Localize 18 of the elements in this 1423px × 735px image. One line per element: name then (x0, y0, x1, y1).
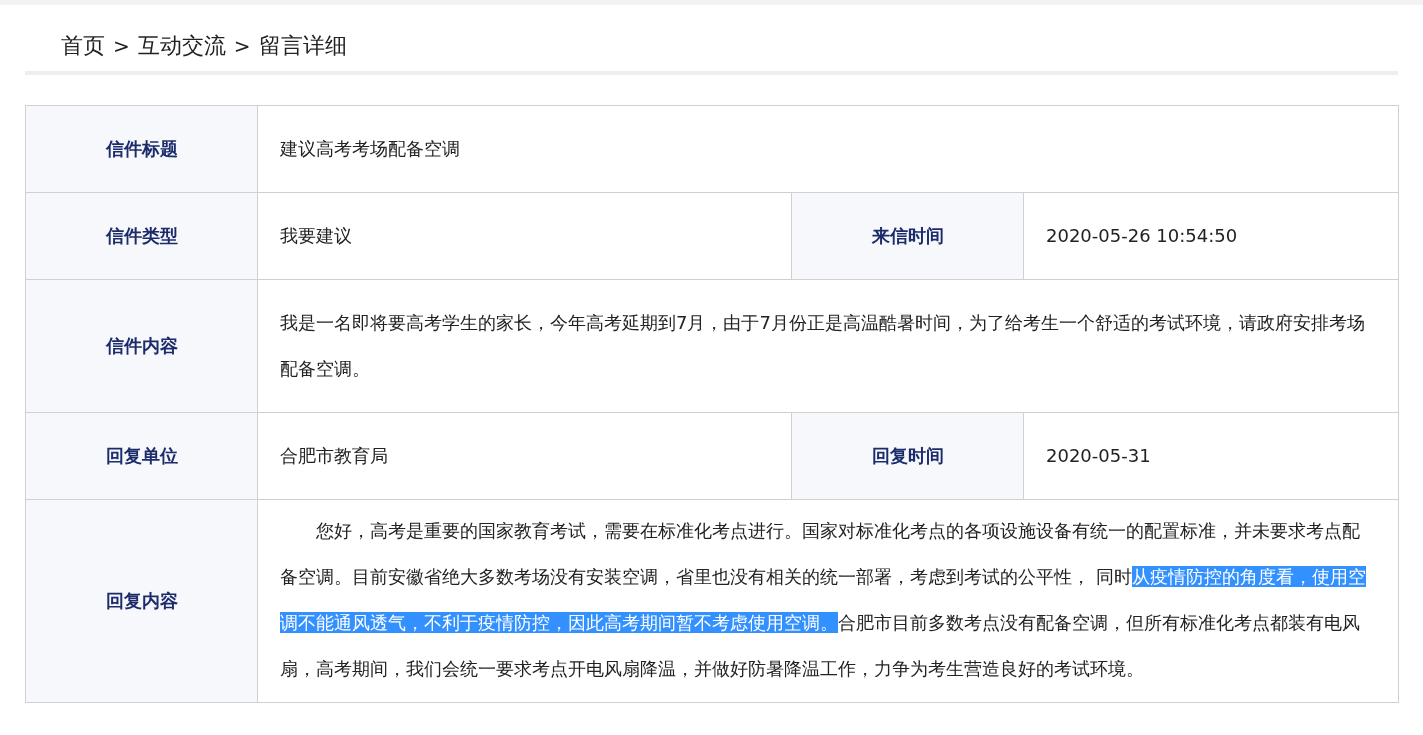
field-label: 回复内容 (25, 499, 258, 703)
field-label: 信件类型 (25, 192, 258, 280)
field-label: 信件内容 (25, 279, 258, 413)
field-value: 合肥市教育局 (257, 412, 792, 500)
breadcrumb-separator: > (113, 34, 130, 58)
field-value: 我是一名即将要高考学生的家长，今年高考延期到7月，由于7月份正是高温酷暑时间，为了给考生一个舒适的考试环境，请政府安排考场配备空调。 (257, 279, 1399, 413)
field-label: 来信时间 (791, 192, 1024, 280)
breadcrumb-link[interactable]: 互动交流 (137, 31, 226, 61)
field-label: 回复单位 (25, 412, 258, 500)
field-value: 建议高考考场配备空调 (257, 105, 1399, 193)
field-value: 我要建议 (257, 192, 792, 280)
field-value: 2020-05-26 10:54:50 (1023, 192, 1399, 280)
breadcrumb-separator: > (233, 34, 251, 58)
breadcrumb-link[interactable]: 首页 (61, 31, 105, 61)
field-value: 2020-05-31 (1023, 412, 1399, 500)
field-label: 回复时间 (791, 412, 1024, 500)
field-label: 信件标题 (25, 105, 258, 193)
breadcrumb-current: 留言详细 (258, 32, 347, 60)
